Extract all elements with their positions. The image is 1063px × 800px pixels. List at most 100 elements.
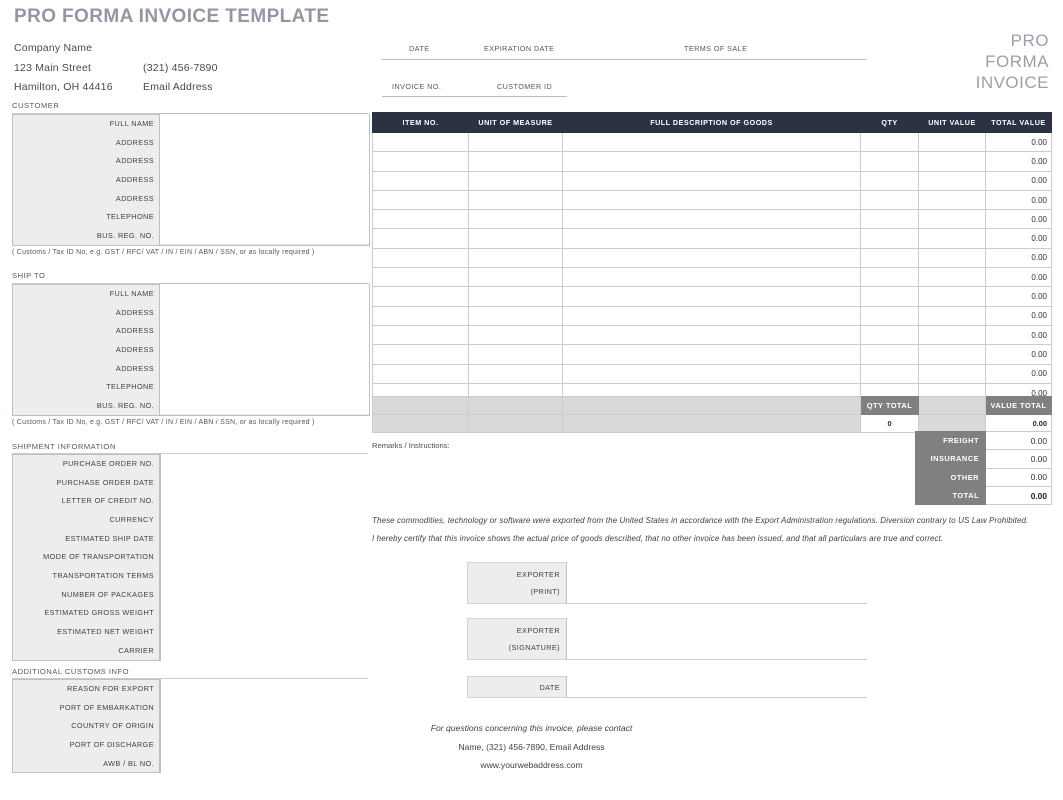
goods-cell-item-no[interactable]: [372, 131, 469, 153]
goods-cell-item-no[interactable]: [372, 324, 469, 346]
goods-cell-description[interactable]: [562, 344, 861, 365]
shipment-field-row: ESTIMATED SHIP DATE: [13, 528, 160, 548]
goods-cell-unit-of-measure[interactable]: [468, 189, 563, 211]
goods-cell-unit-value[interactable]: [918, 344, 986, 365]
goods-cell-unit-value[interactable]: [918, 286, 986, 307]
shipment-field-row: LETTER OF CREDIT NO.: [13, 491, 160, 511]
totals-charge-value[interactable]: 0.00: [985, 449, 1052, 469]
totals-charge-label: TOTAL: [915, 485, 986, 506]
goods-cell-unit-of-measure[interactable]: [468, 324, 563, 346]
goods-cell-qty[interactable]: [860, 363, 919, 384]
goods-cell-unit-value[interactable]: [918, 247, 986, 269]
signature-line-exporter-signature[interactable]: [567, 618, 867, 660]
totals-charge-value[interactable]: 0.00: [985, 430, 1052, 451]
ship-to-field-row: ADDRESS: [13, 302, 369, 322]
goods-cell-unit-value[interactable]: [918, 131, 986, 153]
goods-cell-description[interactable]: [562, 209, 861, 230]
ship-to-field-value[interactable]: [160, 320, 369, 341]
goods-cell-unit-of-measure[interactable]: [468, 170, 563, 191]
customer-field-value[interactable]: [160, 188, 369, 208]
goods-cell-item-no[interactable]: [372, 286, 469, 307]
goods-cell-description[interactable]: [562, 267, 861, 288]
goods-cell-unit-of-measure[interactable]: [468, 151, 563, 172]
goods-cell-unit-value[interactable]: [918, 209, 986, 230]
ship-to-field-value[interactable]: [160, 339, 369, 360]
goods-cell-unit-value[interactable]: [918, 324, 986, 346]
ship-to-field-value[interactable]: [160, 283, 369, 304]
signature-line-date[interactable]: [567, 676, 867, 698]
goods-cell-qty[interactable]: [860, 267, 919, 288]
goods-cell-description[interactable]: [562, 131, 861, 153]
goods-cell-unit-value[interactable]: [918, 305, 986, 326]
customer-field-value[interactable]: [160, 113, 369, 134]
goods-cell-qty[interactable]: [860, 324, 919, 346]
goods-cell-item-no[interactable]: [372, 267, 469, 288]
goods-cell-item-no[interactable]: [372, 344, 469, 365]
header-label-expiration-date: EXPIRATION DATE: [484, 44, 555, 53]
goods-cell-unit-of-measure[interactable]: [468, 209, 563, 230]
goods-cell-description[interactable]: [562, 324, 861, 346]
goods-cell-qty[interactable]: [860, 286, 919, 307]
goods-cell-description[interactable]: [562, 228, 861, 249]
goods-cell-unit-value[interactable]: [918, 267, 986, 288]
goods-cell-qty[interactable]: [860, 247, 919, 269]
shipment-field-label: CURRENCY: [13, 510, 160, 529]
goods-cell-unit-of-measure[interactable]: [468, 267, 563, 288]
ship-to-field-row: ADDRESS: [13, 320, 369, 341]
goods-cell-unit-value[interactable]: [918, 228, 986, 249]
totals-charge-row: INSURANCE 0.00: [915, 449, 1052, 469]
ship-to-field-value[interactable]: [160, 302, 369, 322]
totals-charge-value[interactable]: 0.00: [985, 467, 1052, 487]
goods-cell-unit-value[interactable]: [918, 363, 986, 384]
goods-cell-description[interactable]: [562, 363, 861, 384]
signature-line-exporter-print[interactable]: [567, 562, 867, 604]
customer-field-value[interactable]: [160, 150, 369, 171]
goods-cell-unit-of-measure[interactable]: [468, 247, 563, 269]
shipment-field-row: NUMBER OF PACKAGES: [13, 584, 160, 604]
goods-cell-qty[interactable]: [860, 151, 919, 172]
goods-cell-item-no[interactable]: [372, 363, 469, 384]
ship-to-field-value[interactable]: [160, 376, 369, 397]
goods-cell-description[interactable]: [562, 305, 861, 326]
customer-field-value[interactable]: [160, 169, 369, 190]
ship-to-field-value[interactable]: [160, 358, 369, 378]
goods-cell-qty[interactable]: [860, 170, 919, 191]
customer-field-value[interactable]: [160, 206, 369, 227]
goods-cell-unit-of-measure[interactable]: [468, 363, 563, 384]
ship-to-field-value[interactable]: [160, 395, 369, 416]
goods-table-row: 0.00: [372, 247, 1052, 269]
goods-cell-qty[interactable]: [860, 305, 919, 326]
goods-cell-description[interactable]: [562, 151, 861, 172]
goods-cell-description[interactable]: [562, 247, 861, 269]
goods-cell-item-no[interactable]: [372, 247, 469, 269]
goods-cell-unit-of-measure[interactable]: [468, 344, 563, 365]
goods-cell-item-no[interactable]: [372, 151, 469, 172]
goods-cell-qty[interactable]: [860, 344, 919, 365]
goods-cell-qty[interactable]: [860, 209, 919, 230]
goods-table-row: 0.00: [372, 209, 1052, 230]
goods-cell-description[interactable]: [562, 189, 861, 211]
company-name: Company Name: [14, 42, 93, 54]
header-label-customer-id: CUSTOMER ID: [497, 82, 553, 91]
goods-cell-qty[interactable]: [860, 189, 919, 211]
totals-charge-value[interactable]: 0.00: [985, 485, 1052, 506]
customer-field-value[interactable]: [160, 225, 369, 246]
goods-cell-qty[interactable]: [860, 131, 919, 153]
goods-cell-unit-of-measure[interactable]: [468, 131, 563, 153]
totals-charge-row: FREIGHT 0.00: [915, 430, 1052, 451]
goods-cell-description[interactable]: [562, 170, 861, 191]
goods-cell-unit-of-measure[interactable]: [468, 228, 563, 249]
goods-cell-unit-value[interactable]: [918, 189, 986, 211]
goods-cell-description[interactable]: [562, 286, 861, 307]
goods-cell-unit-of-measure[interactable]: [468, 305, 563, 326]
goods-cell-item-no[interactable]: [372, 305, 469, 326]
goods-cell-qty[interactable]: [860, 228, 919, 249]
goods-cell-unit-of-measure[interactable]: [468, 286, 563, 307]
goods-cell-item-no[interactable]: [372, 189, 469, 211]
goods-cell-item-no[interactable]: [372, 228, 469, 249]
customer-field-value[interactable]: [160, 132, 369, 152]
goods-cell-item-no[interactable]: [372, 170, 469, 191]
goods-cell-unit-value[interactable]: [918, 170, 986, 191]
goods-cell-item-no[interactable]: [372, 209, 469, 230]
goods-cell-unit-value[interactable]: [918, 151, 986, 172]
